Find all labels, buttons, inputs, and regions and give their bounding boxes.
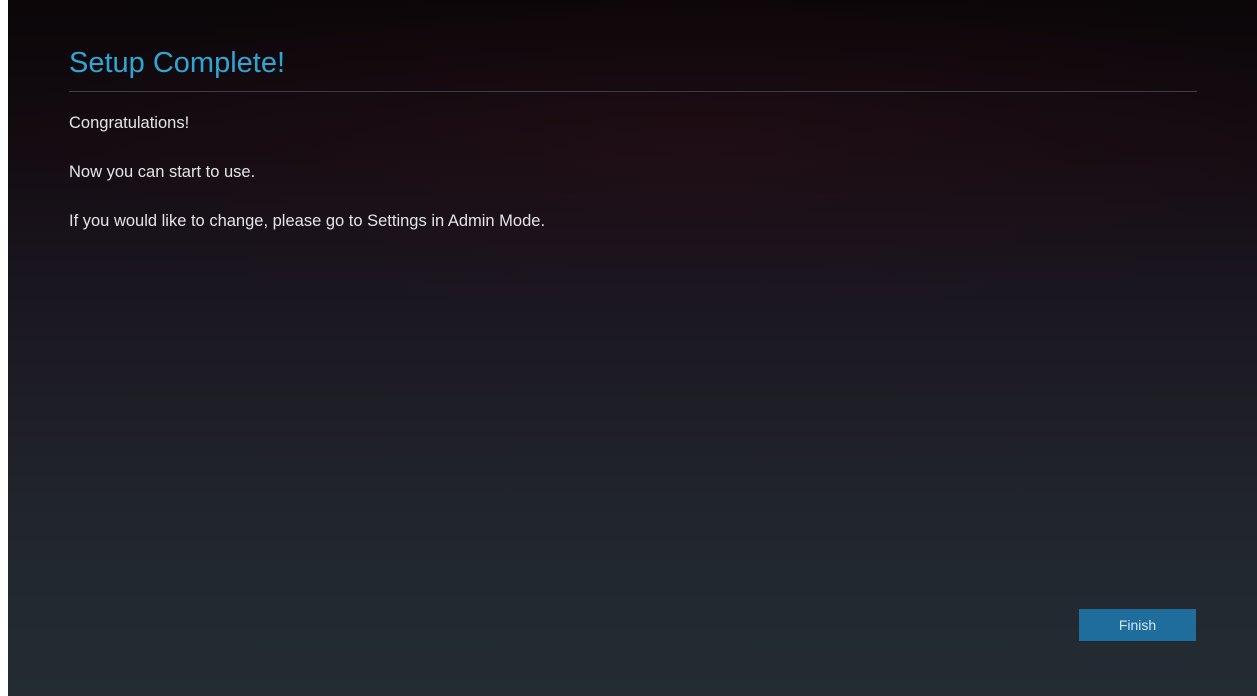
setup-content: Setup Complete! Congratulations! Now you…	[69, 46, 1197, 259]
finish-button[interactable]: Finish	[1079, 609, 1196, 641]
setup-screen: Setup Complete! Congratulations! Now you…	[8, 0, 1257, 696]
title-divider	[69, 90, 1197, 92]
page-title: Setup Complete!	[69, 47, 286, 79]
start-using-text: Now you can start to use.	[69, 162, 256, 181]
settings-hint-text: If you would like to change, please go t…	[69, 211, 546, 230]
congratulations-text: Congratulations!	[69, 113, 190, 132]
